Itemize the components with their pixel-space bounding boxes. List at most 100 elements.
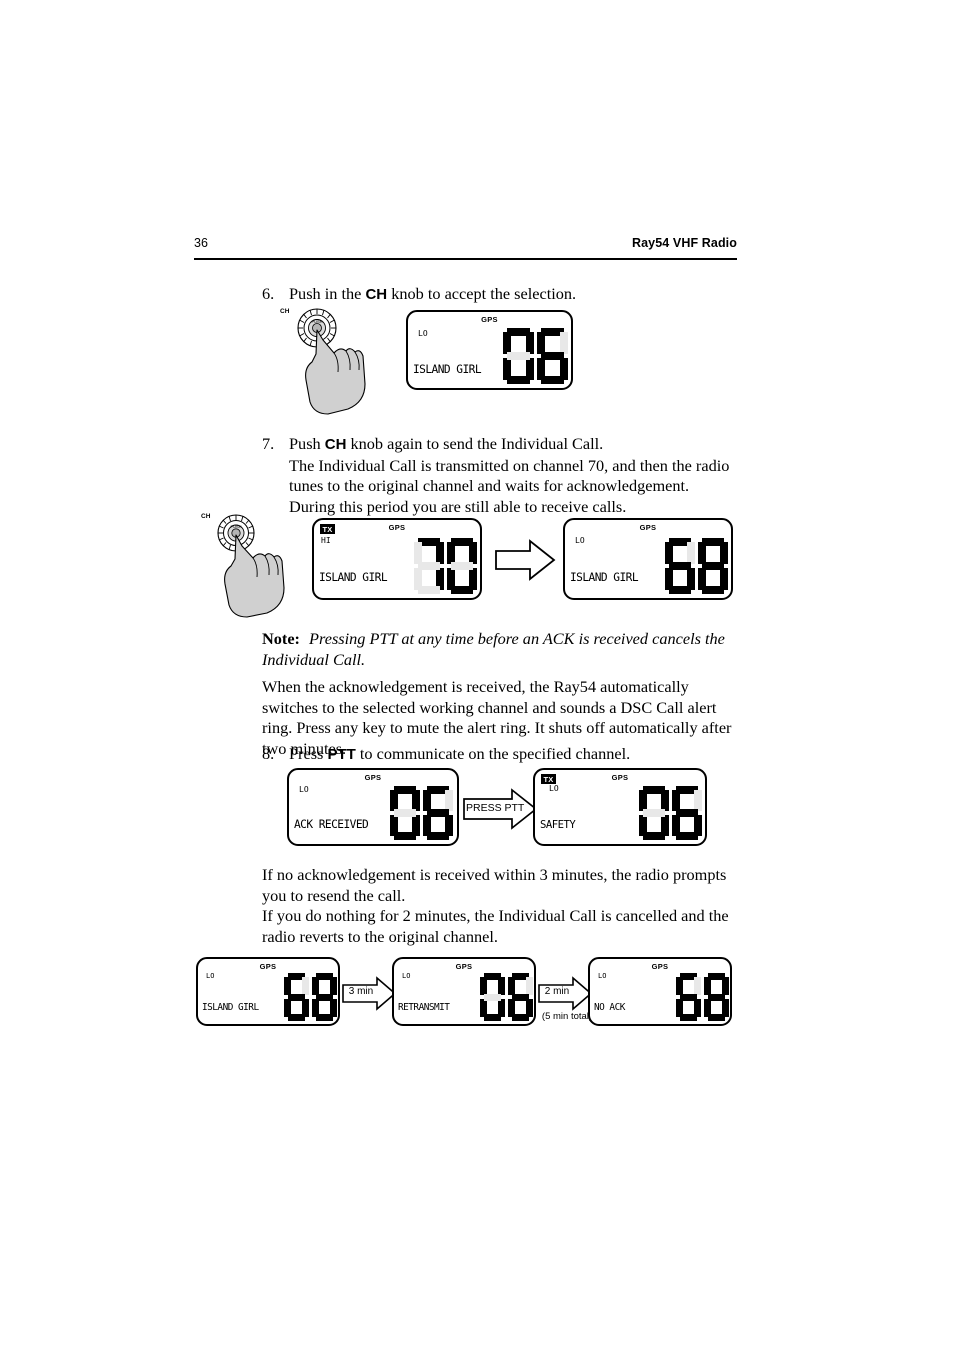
power-indicator: LO: [402, 972, 411, 980]
segment-e: [698, 568, 706, 590]
power-indicator: LO: [598, 972, 607, 980]
power-indicator: LO: [299, 785, 309, 794]
power-indicator: LO: [549, 784, 559, 793]
segment-f: [698, 542, 706, 564]
segment-g: [315, 993, 334, 1001]
segment-e: [480, 998, 487, 1018]
segment-f: [312, 976, 319, 996]
manual-page: 36 Ray54 VHF Radio 6. Push in the CH kno…: [0, 0, 954, 1351]
seven-segment-digit: [390, 786, 420, 840]
segment-e: [508, 998, 515, 1018]
lcd-display-timeout-2: GPS LO RETRANSMIT IND ROUTINE >SEND CANC…: [392, 957, 536, 1026]
gps-indicator: GPS: [259, 962, 277, 971]
lcd-text-lines: NO ACK RECEIVED IND ROUTINE ABORT: [594, 980, 651, 1024]
segment-b: [694, 790, 702, 811]
segment-e: [447, 568, 455, 590]
seven-segment-digit: [447, 538, 477, 594]
gps-indicator: GPS: [611, 773, 629, 782]
lcd-display-step7-right: GPS LO ISLAND GIRL INDIVIDUAL ROUTINE AW…: [563, 518, 733, 600]
lcd-line: NO ACK: [594, 1002, 625, 1013]
step-7-text: Push CH knob again to send the Individua…: [289, 434, 734, 517]
channel-number: [676, 973, 729, 1021]
segment-g: [483, 993, 502, 1001]
segment-g: [451, 562, 473, 570]
segment-f: [447, 542, 455, 564]
knob-label-2: CH: [201, 513, 211, 520]
lcd-line: RETRANSMIT: [398, 1002, 450, 1013]
step-6-text-after: knob to accept the selection.: [387, 284, 577, 303]
step-7-text-after: knob again to send the Individual Call.: [346, 434, 604, 453]
seven-segment-digit: [423, 786, 453, 840]
segment-g: [643, 809, 665, 817]
document-title: Ray54 VHF Radio: [631, 236, 737, 250]
step-7: 7. Push CH knob again to send the Indivi…: [262, 434, 734, 517]
segment-b: [661, 790, 669, 811]
knob-label-1: CH: [280, 308, 290, 315]
segment-g: [669, 562, 691, 570]
segment-f: [665, 542, 673, 564]
note-label: Note:: [262, 629, 300, 648]
lcd-text-lines: SAFETY 26°04.2172N 080°09.0933W 11:56AM …: [540, 794, 611, 844]
channel-number: [639, 786, 702, 840]
paragraph-nothing-2min: If you do nothing for 2 minutes, the Ind…: [262, 906, 729, 946]
segment-e: [284, 998, 291, 1018]
step-7-text-before: Push: [289, 434, 325, 453]
segment-b: [412, 790, 420, 811]
segment-e: [312, 998, 319, 1018]
seven-segment-digit: [414, 538, 444, 594]
lcd-display-step8-left: GPS LO ACK RECEIVED CHANNEL HAS BEEN CHA…: [287, 768, 459, 846]
seven-segment-digit: [312, 973, 337, 1021]
segment-f: [537, 332, 545, 354]
segment-f: [508, 976, 515, 996]
flow-arrow-2min: 2 min (5 min total): [537, 976, 593, 1022]
segment-b: [330, 976, 337, 996]
segment-b: [498, 976, 505, 996]
segment-f: [414, 542, 422, 564]
step-8-bold: PTT: [327, 746, 356, 763]
knob-figure-1: CH PUSH: [276, 306, 376, 421]
segment-f: [284, 976, 291, 996]
step-8-text-before: Press: [289, 744, 328, 763]
lcd-display-step8-right: TX GPS LO SAFETY 26°04.2172N 080°09.0933…: [533, 768, 707, 846]
channel-number: [284, 973, 337, 1021]
segment-b: [469, 542, 477, 564]
segment-b: [722, 976, 729, 996]
page-header: 36 Ray54 VHF Radio: [194, 236, 737, 260]
lcd-display-step7-left: TX GPS HI ISLAND GIRL INDIVIDUAL ROUTINE…: [312, 518, 482, 600]
segment-b: [694, 976, 701, 996]
paragraph-no-ack-3min: If no acknowledgement is received within…: [262, 865, 727, 905]
segment-g: [507, 352, 530, 360]
arrow-label-3min: 3 min: [348, 986, 374, 997]
lcd-display-timeout-1: GPS LO ISLAND GIRL INDIVIDUAL ROUTINE AW…: [196, 957, 340, 1026]
segment-g: [702, 562, 724, 570]
segment-e: [390, 815, 398, 836]
lcd-line: ISLAND GIRL: [319, 571, 388, 585]
segment-b: [445, 790, 453, 811]
svg-text:PUSH: PUSH: [230, 524, 241, 529]
channel-number: [390, 786, 453, 840]
seven-segment-digit: [704, 973, 729, 1021]
segment-f: [503, 332, 511, 354]
segment-e: [676, 998, 683, 1018]
lcd-text-lines: ISLAND GIRL IND ROUTINE >SEND CANCEL: [413, 339, 482, 388]
seven-segment-digit: [480, 973, 505, 1021]
segment-g: [418, 562, 440, 570]
segment-b: [720, 542, 728, 564]
lcd-line: ISLAND GIRL: [413, 363, 482, 377]
segment-e: [672, 815, 680, 836]
hand-pressing-knob-illustration-2: PUSH: [217, 514, 285, 618]
gps-indicator: GPS: [455, 962, 473, 971]
gps-indicator: GPS: [639, 523, 657, 532]
flow-arrow-step7: [494, 538, 556, 582]
power-indicator: HI: [321, 536, 331, 545]
segment-f: [390, 790, 398, 811]
segment-f: [480, 976, 487, 996]
step-7-bold: CH: [324, 436, 347, 453]
header-rule: [194, 258, 737, 260]
lcd-text-lines: ACK RECEIVED CHANNEL HAS BEEN CHANGED: [294, 794, 369, 844]
segment-g: [287, 993, 306, 1001]
flow-arrow-press-ptt: PRESS PTT: [462, 788, 538, 830]
knob-figure-2: CH PUSH: [198, 508, 298, 623]
step-6-text: Push in the CH knob to accept the select…: [289, 284, 732, 306]
gps-indicator: GPS: [388, 523, 406, 532]
